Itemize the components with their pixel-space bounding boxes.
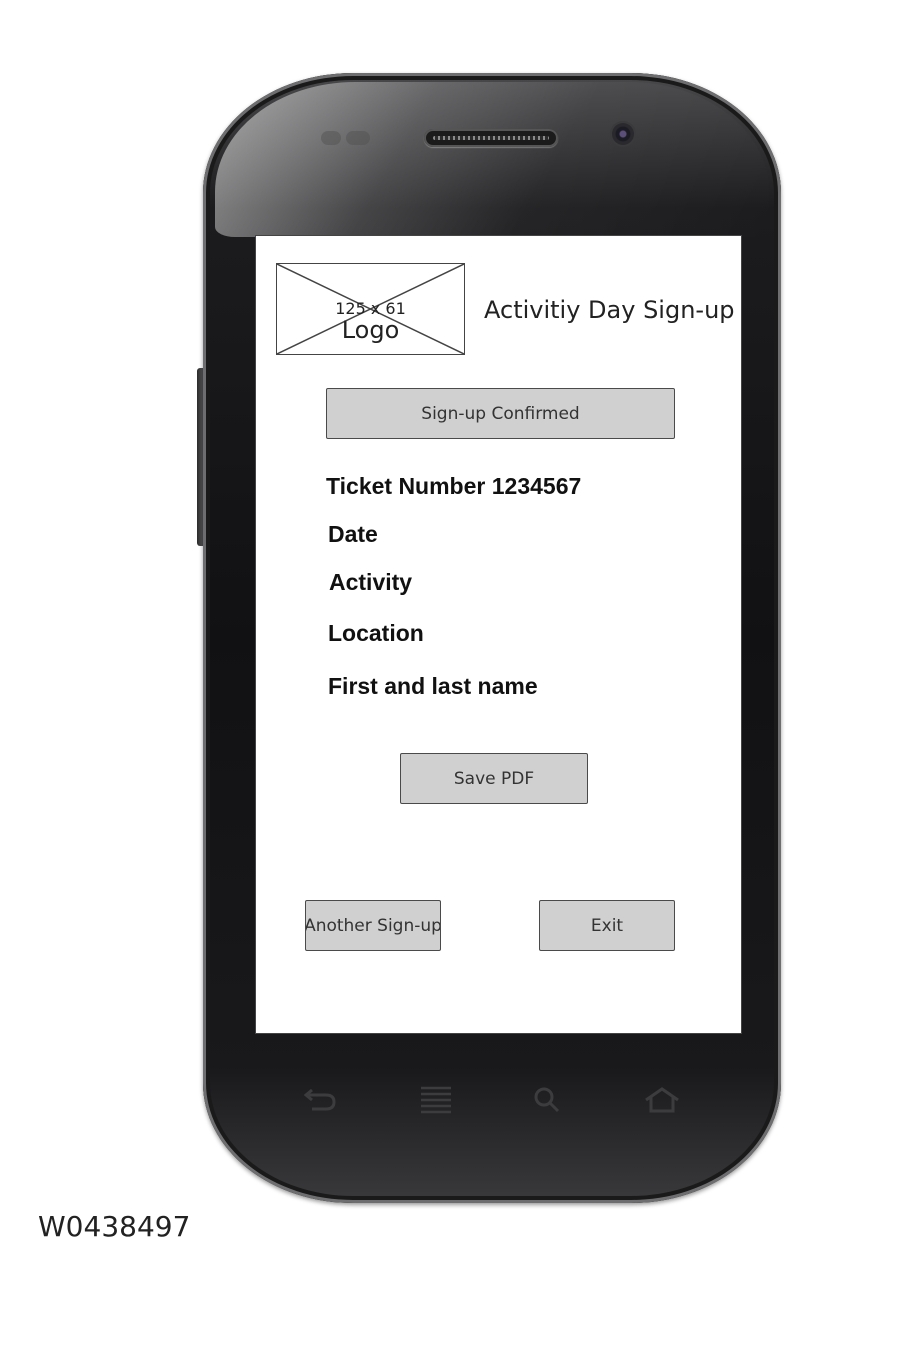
phone-glare xyxy=(215,82,769,237)
front-camera-icon xyxy=(612,123,634,145)
menu-icon[interactable] xyxy=(414,1080,458,1120)
save-pdf-button[interactable]: Save PDF xyxy=(400,753,588,804)
phone-screen: 125 x 61 Logo Activitiy Day Sign-up Sign… xyxy=(255,235,742,1034)
light-sensor xyxy=(346,131,370,145)
search-icon[interactable] xyxy=(526,1080,570,1120)
logo-label: Logo xyxy=(341,316,400,344)
app-title: Activitiy Day Sign-up xyxy=(484,296,735,324)
another-signup-button[interactable]: Another Sign-up xyxy=(305,900,441,951)
exit-button[interactable]: Exit xyxy=(539,900,675,951)
location-label: Location xyxy=(328,620,424,646)
home-icon[interactable] xyxy=(640,1080,684,1120)
earpiece-speaker xyxy=(424,129,558,147)
activity-label: Activity xyxy=(329,569,413,595)
proximity-sensor xyxy=(321,131,341,145)
logo-placeholder: 125 x 61 Logo xyxy=(276,263,465,355)
name-label: First and last name xyxy=(328,673,538,699)
back-icon[interactable] xyxy=(298,1080,342,1120)
hardware-nav-bar xyxy=(290,1080,700,1120)
ticket-number-label: Ticket Number 1234567 xyxy=(326,473,582,499)
image-caption: W0438497 xyxy=(38,1210,191,1243)
date-label: Date xyxy=(328,521,378,547)
signup-confirmed-button[interactable]: Sign-up Confirmed xyxy=(326,388,675,439)
